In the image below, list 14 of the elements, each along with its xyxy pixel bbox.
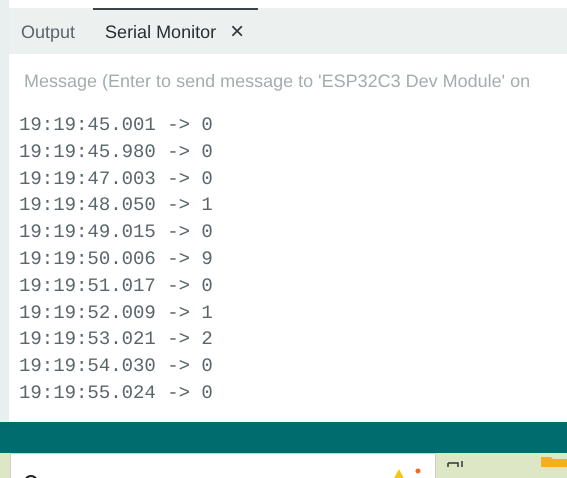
panel-tab[interactable]: Output [21,8,94,54]
log-line: 19:19:45.001 -> 0 [19,113,213,138]
log-line: 19:19:51.017 -> 0 [19,274,213,299]
log-line: 19:19:55.024 -> 0 [19,380,213,406]
log-line: 19:19:50.006 -> 9 [19,246,213,272]
log-line: 19:19:54.030 -> 0 [19,354,213,380]
log-line: 19:19:52.009 -> 1 [19,300,213,326]
log-line: 19:19:53.021 -> 2 [19,327,213,352]
log-line: 19:19:48.050 -> 1 [19,193,213,218]
log-line: 19:19:49.015 -> 0 [19,220,213,246]
log-line: 19:19:47.003 -> 0 [19,166,213,192]
close-icon[interactable]: × [230,20,244,44]
taskbar-search-field[interactable] [10,453,436,478]
log-line: 19:19:45.980 -> 0 [19,140,213,165]
